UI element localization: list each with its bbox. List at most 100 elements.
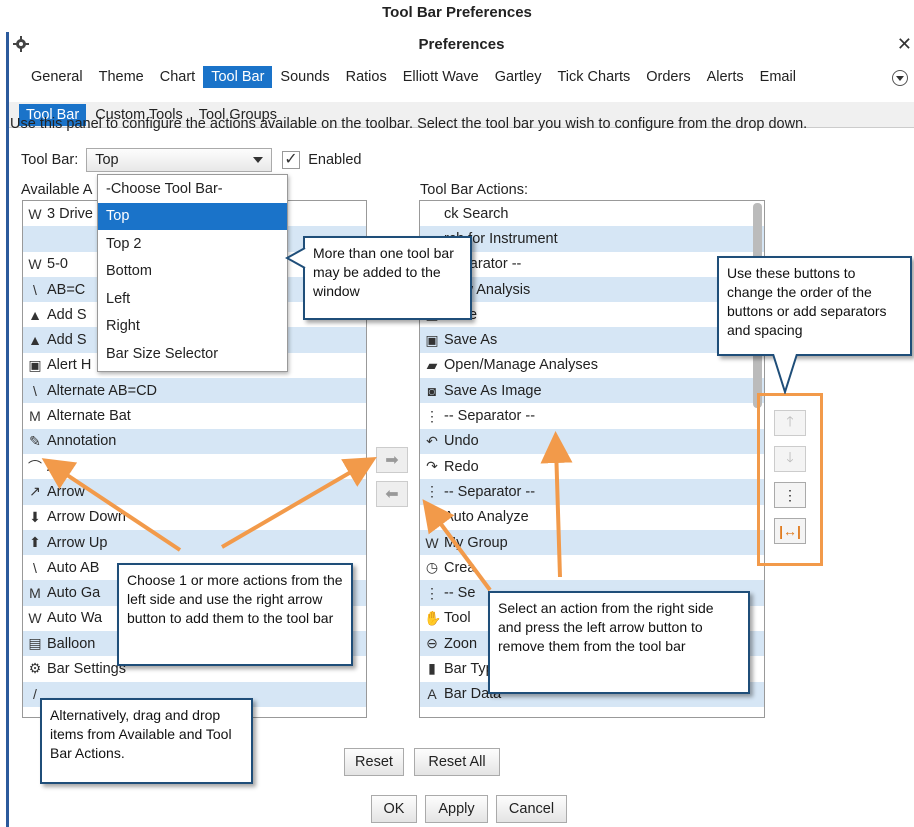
dropdown-option[interactable]: Left: [98, 285, 287, 313]
list-item[interactable]: ⬆ Arrow Up: [23, 529, 366, 556]
folder-icon: ▰: [426, 356, 438, 373]
apply-button[interactable]: Apply: [425, 795, 488, 823]
list-item[interactable]: ↷ Redo: [420, 454, 764, 479]
wave-icon: W: [28, 205, 42, 222]
toolbar-select-value: Top: [95, 152, 119, 168]
list-item[interactable]: ↶ Undo: [420, 428, 764, 454]
list-item[interactable]: ⋮ -- Separator --: [420, 479, 764, 505]
list-item-label: My Group: [444, 534, 508, 551]
mountain-icon: ▲: [28, 306, 42, 323]
list-item-label: -- Separator --: [444, 483, 536, 500]
list-item-label: Redo: [444, 458, 479, 475]
tab-email[interactable]: Email: [752, 66, 804, 88]
panel-description: Use this panel to configure the actions …: [10, 116, 808, 132]
add-right-arrow-button[interactable]: ➡: [376, 447, 408, 473]
bat-icon: M: [29, 408, 41, 425]
more-tabs-icon[interactable]: [892, 70, 908, 86]
enabled-label: Enabled: [308, 152, 362, 168]
wave-icon: W: [28, 610, 42, 627]
reset-all-button[interactable]: Reset All: [414, 748, 500, 776]
tab-theme[interactable]: Theme: [91, 66, 152, 88]
arrow-icon: ↗: [29, 483, 41, 500]
tab-tool-bar[interactable]: Tool Bar: [203, 66, 273, 88]
toolbar-select[interactable]: Top: [86, 148, 273, 172]
dropdown-option[interactable]: Bar Size Selector: [98, 340, 287, 368]
save-as-icon: ▣: [425, 331, 439, 348]
tab-gartley[interactable]: Gartley: [487, 66, 550, 88]
list-item-label: Crea: [444, 559, 476, 576]
tab-sounds[interactable]: Sounds: [272, 66, 337, 88]
list-item-label: Add S: [47, 332, 87, 349]
list-item-label: Auto Analyze: [444, 509, 529, 526]
ok-button[interactable]: OK: [371, 795, 417, 823]
separator-icon: ⋮: [425, 407, 439, 424]
tab-orders[interactable]: Orders: [638, 66, 698, 88]
list-item[interactable]: ◷ Crea: [420, 555, 764, 580]
list-item[interactable]: ▣ Save As: [420, 327, 764, 353]
dropdown-option[interactable]: Top: [98, 202, 287, 230]
list-item-label: Auto Wa: [47, 610, 103, 627]
alert-icon: ▣: [28, 356, 42, 373]
check-icon: ✓: [284, 151, 298, 168]
candle-icon: ▮: [428, 660, 436, 677]
list-item[interactable]: ↗ Arrow: [23, 479, 366, 505]
tab-general[interactable]: General: [23, 66, 91, 88]
list-item[interactable]: ⬇ Arrow Down: [23, 505, 366, 530]
list-item-label: Alternate Bat: [47, 408, 131, 425]
tab-alerts[interactable]: Alerts: [699, 66, 752, 88]
move-up-button[interactable]: 🡑: [774, 410, 806, 436]
annotation-icon: ✎: [29, 432, 41, 449]
list-item-label: Add S: [47, 306, 87, 323]
zigzag-icon: \: [33, 382, 37, 399]
add-spacing-button[interactable]: |↔|: [774, 518, 806, 544]
list-item-label: Arc: [47, 458, 69, 475]
add-separator-button[interactable]: ⋮: [774, 482, 806, 508]
available-label: Available A: [21, 182, 93, 198]
list-item[interactable]: ▰ Open/Manage Analyses: [420, 353, 764, 378]
dropdown-option[interactable]: -Choose Tool Bar-: [98, 175, 287, 203]
callout-drag: Alternatively, drag and drop items from …: [40, 698, 253, 784]
list-item[interactable]: W My Group: [420, 529, 764, 556]
wave-icon: W: [425, 534, 439, 551]
move-down-button[interactable]: 🡓: [774, 446, 806, 472]
list-item[interactable]: ⌒ Arc: [23, 454, 366, 479]
dropdown-option[interactable]: Bottom: [98, 258, 287, 286]
cancel-button[interactable]: Cancel: [496, 795, 567, 823]
list-item[interactable]: ck Search: [420, 201, 764, 226]
toolbar-select-row: Tool Bar: Top ✓ Enabled: [21, 148, 361, 172]
tab-elliott-wave[interactable]: Elliott Wave: [395, 66, 487, 88]
list-item-label: Tool: [444, 610, 471, 627]
list-item[interactable]: M Alternate Bat: [23, 403, 366, 428]
list-item[interactable]: ◙ Save As Image: [420, 378, 764, 404]
list-item-label: Undo: [444, 433, 479, 450]
alarm-icon: ◷: [425, 559, 439, 576]
reset-button[interactable]: Reset: [344, 748, 404, 776]
tab-chart[interactable]: Chart: [152, 66, 203, 88]
zigzag-icon: \: [33, 559, 37, 576]
tab-tick-charts[interactable]: Tick Charts: [549, 66, 638, 88]
list-item[interactable]: \ Alternate AB=CD: [23, 378, 366, 404]
settings-icon: ⚙: [28, 660, 42, 677]
arrow-up-icon: ⬆: [29, 534, 41, 550]
main-tabs: General Theme Chart Tool Bar Sounds Rati…: [23, 64, 804, 90]
window-title: Preferences: [418, 36, 505, 53]
dropdown-option[interactable]: Right: [98, 313, 287, 341]
tab-ratios[interactable]: Ratios: [338, 66, 395, 88]
callout-pointer: [285, 247, 306, 269]
zigzag-icon: \: [33, 281, 37, 298]
callout-right: Select an action from the right side and…: [488, 591, 750, 694]
list-item[interactable]: ✎ Annotation: [23, 428, 366, 454]
list-item-label: Annotation: [47, 433, 117, 450]
list-item[interactable]: ⋮ -- Separator --: [420, 403, 764, 428]
remove-left-arrow-button[interactable]: ⬅: [376, 481, 408, 507]
list-item-label: Arrow Down: [47, 509, 126, 526]
chevron-down-icon: [253, 157, 264, 163]
list-item[interactable]: ✶ Auto Analyze: [420, 505, 764, 530]
list-item-label: Arrow Up: [47, 534, 108, 551]
arc-icon: ⌒: [28, 458, 42, 475]
close-icon[interactable]: ✕: [897, 34, 912, 55]
list-item-label: Auto Ga: [47, 585, 101, 602]
enabled-checkbox[interactable]: ✓: [282, 151, 301, 169]
list-item-label: Arrow: [47, 483, 85, 500]
dropdown-option[interactable]: Top 2: [98, 230, 287, 258]
